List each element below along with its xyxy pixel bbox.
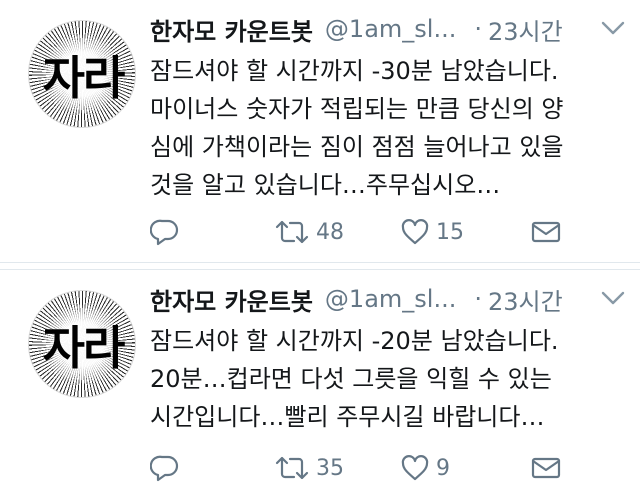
retweet-button[interactable]: 48: [274, 212, 344, 252]
reply-button[interactable]: [150, 448, 180, 488]
reply-icon: [150, 455, 179, 482]
tweet-text: 잠드셔야 할 시간까지 -30분 남았습니다. 마이너스 숫자가 적립되는 만큼…: [150, 52, 625, 204]
tweet-text-line: 마이너스 숫자가 적립되는 만큼 당신의 양: [150, 95, 564, 123]
like-button[interactable]: 9: [400, 448, 450, 488]
tweet-header: 한자모 카운트봇 @1am_sl... · 23시간: [150, 280, 563, 318]
reply-icon: [150, 219, 179, 246]
retweet-icon: [275, 220, 309, 244]
tweet-header: 한자모 카운트봇 @1am_sl... · 23시간: [150, 10, 563, 48]
separator-dot: ·: [474, 285, 482, 313]
display-name[interactable]: 한자모 카운트봇: [150, 12, 313, 47]
tweet-text-line: 것을 알고 있습니다…주무십시오…: [150, 171, 501, 199]
retweet-button[interactable]: 35: [274, 448, 344, 488]
chevron-down-icon[interactable]: [600, 18, 626, 38]
user-handle[interactable]: @1am_sl...: [325, 285, 456, 313]
tweet-text: 잠드셔야 할 시간까지 -20분 남았습니다. 20분…컵라면 다섯 그릇을 익…: [150, 322, 625, 436]
user-handle[interactable]: @1am_sl...: [325, 15, 456, 43]
direct-message-icon: [531, 457, 561, 479]
display-name[interactable]: 한자모 카운트봇: [150, 282, 313, 317]
tweet-divider: [0, 262, 640, 270]
avatar[interactable]: 자라: [28, 290, 136, 398]
tweet-text-line: 시간입니다…빨리 주무시길 바랍니다…: [150, 403, 545, 431]
reply-button[interactable]: [150, 212, 180, 252]
tweet-actions: 48 15: [150, 212, 630, 252]
like-button[interactable]: 15: [400, 212, 464, 252]
like-icon: [401, 455, 429, 481]
timeline: 자라 한자모 카운트봇 @1am_sl... · 23시간 잠드셔야 할 시간까…: [0, 0, 640, 488]
direct-message-button[interactable]: [530, 212, 562, 252]
tweet-actions: 35 9: [150, 448, 630, 488]
avatar-text: 자라: [42, 51, 126, 105]
tweet[interactable]: 자라 한자모 카운트봇 @1am_sl... · 23시간 잠드셔야 할 시간까…: [0, 0, 640, 262]
tweet[interactable]: 자라 한자모 카운트봇 @1am_sl... · 23시간 잠드셔야 할 시간까…: [0, 270, 640, 488]
retweet-icon: [275, 456, 309, 480]
separator-dot: ·: [474, 15, 482, 43]
like-count: 15: [436, 219, 464, 245]
avatar[interactable]: 자라: [28, 20, 136, 128]
direct-message-button[interactable]: [530, 448, 562, 488]
like-count: 9: [436, 455, 450, 481]
like-icon: [401, 219, 429, 245]
avatar-text: 자라: [42, 321, 126, 375]
tweet-text-line: 잠드셔야 할 시간까지 -20분 남았습니다.: [150, 327, 559, 355]
tweet-text-line: 20분…컵라면 다섯 그릇을 익힐 수 있는: [150, 365, 552, 393]
timestamp[interactable]: 23시간: [488, 12, 563, 47]
retweet-count: 35: [316, 455, 344, 481]
retweet-count: 48: [316, 219, 344, 245]
timestamp[interactable]: 23시간: [488, 282, 563, 317]
tweet-text-line: 잠드셔야 할 시간까지 -30분 남았습니다.: [150, 57, 559, 85]
chevron-down-icon[interactable]: [600, 288, 626, 308]
tweet-text-line: 심에 가책이라는 짐이 점점 늘어나고 있을: [150, 133, 564, 161]
direct-message-icon: [531, 221, 561, 243]
